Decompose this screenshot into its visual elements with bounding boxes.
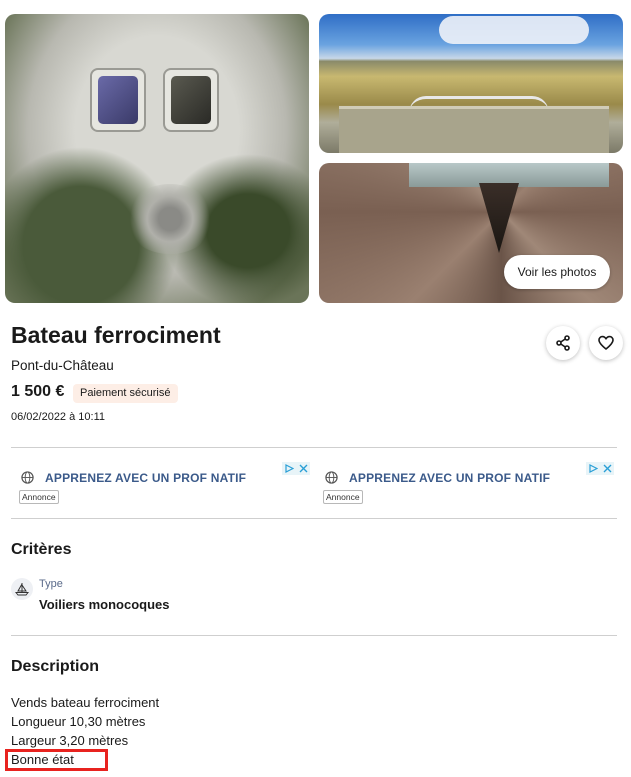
divider [11,447,617,448]
share-button[interactable] [546,326,580,360]
share-icon [556,335,570,351]
ad-text[interactable]: APPRENEZ AVEC UN PROF NATIF [349,471,550,485]
sailboat-icon [11,578,33,600]
view-photos-button[interactable]: Voir les photos [504,255,610,289]
globe-icon [21,471,34,484]
hatch-left [90,68,146,132]
hatch-right [163,68,219,132]
listing-title: Bateau ferrociment [11,322,221,348]
listing-price: 1 500 € [11,383,65,400]
ad-label: Annonce [323,490,363,504]
criteria-heading: Critères [11,541,72,558]
favorite-button[interactable] [589,326,623,360]
listing-date: 06/02/2022 à 10:11 [11,411,105,423]
divider [11,635,617,636]
description-line: Vends bateau ferrociment [11,695,160,710]
ad-choices-icon[interactable] [586,462,614,475]
globe-icon [325,471,338,484]
ad-banner[interactable]: APPRENEZ AVEC UN PROF NATIF Annonce [318,462,614,506]
ad-text[interactable]: APPRENEZ AVEC UN PROF NATIF [45,471,246,485]
description-line: Largeur 3,20 mètres [11,733,129,748]
highlight-box [5,749,108,771]
secure-payment-badge: Paiement sécurisé [73,384,178,403]
listing-location[interactable]: Pont-du-Château [11,358,114,373]
ad-banner[interactable]: APPRENEZ AVEC UN PROF NATIF Annonce [14,462,310,506]
description-line: Longueur 10,30 mètres [11,714,146,729]
heart-icon [598,335,614,350]
ad-choices-icon[interactable] [282,462,310,475]
main-photo[interactable] [5,14,309,303]
criteria-type-label: Type [39,578,63,590]
description-heading: Description [11,658,100,675]
secondary-photo-top[interactable] [319,14,623,153]
divider [11,518,617,519]
ad-label: Annonce [19,490,59,504]
criteria-type-value: Voiliers monocoques [39,597,170,612]
